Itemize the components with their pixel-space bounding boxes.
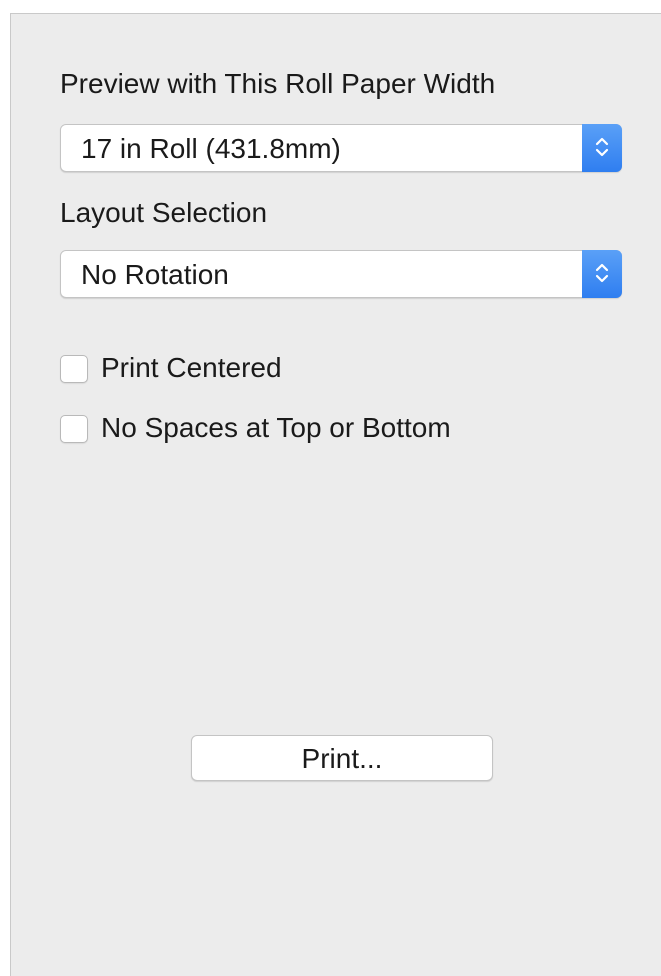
print-settings-panel: Preview with This Roll Paper Width 17 in… bbox=[10, 13, 661, 976]
print-centered-checkbox[interactable] bbox=[60, 355, 88, 383]
updown-arrows-icon bbox=[582, 250, 622, 298]
print-button-label: Print... bbox=[301, 743, 383, 774]
updown-arrows-icon bbox=[582, 124, 622, 172]
no-spaces-label[interactable]: No Spaces at Top or Bottom bbox=[101, 412, 451, 444]
layout-selection-value: No Rotation bbox=[81, 259, 229, 290]
roll-paper-width-select[interactable]: 17 in Roll (431.8mm) bbox=[60, 124, 622, 172]
layout-selection-select[interactable]: No Rotation bbox=[60, 250, 622, 298]
no-spaces-checkbox[interactable] bbox=[60, 415, 88, 443]
print-button[interactable]: Print... bbox=[191, 735, 493, 781]
roll-paper-width-label: Preview with This Roll Paper Width bbox=[60, 68, 496, 99]
print-centered-label[interactable]: Print Centered bbox=[101, 352, 282, 384]
roll-paper-width-value: 17 in Roll (431.8mm) bbox=[81, 133, 341, 164]
layout-selection-label: Layout Selection bbox=[60, 197, 268, 228]
